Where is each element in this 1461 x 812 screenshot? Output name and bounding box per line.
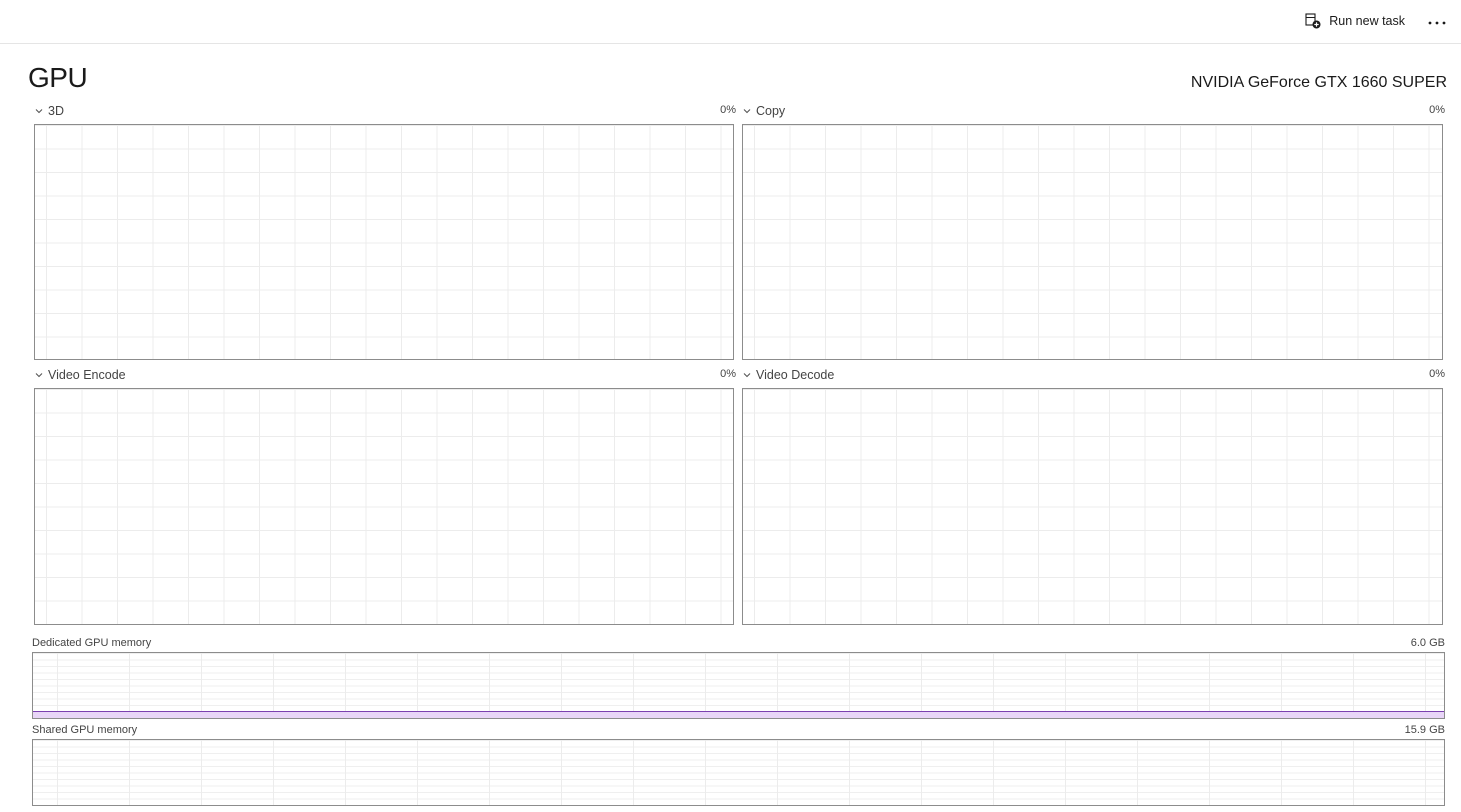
engine-video-decode-graph [742,388,1443,625]
engine-3d-header[interactable]: 3D [34,102,64,120]
engine-copy-graph [742,124,1443,360]
chevron-down-icon [35,109,43,114]
engine-3d-label: 3D [48,104,64,118]
shared-memory-total: 15.9 GB [1404,724,1445,736]
shared-memory-label: Shared GPU memory [32,724,138,736]
engine-video-encode-value: 0% [720,368,736,380]
page-title: GPU [28,62,88,93]
engine-copy-label: Copy [756,104,786,118]
chevron-down-icon [35,373,43,378]
engine-3d-value: 0% [720,104,736,116]
engine-video-decode-label: Video Decode [756,368,835,382]
run-new-task-button[interactable]: Run new task [1301,8,1409,34]
engine-video-encode-label: Video Encode [48,368,126,382]
engine-video-encode-header[interactable]: Video Encode [34,366,126,384]
run-new-task-label: Run new task [1329,14,1405,28]
run-task-icon [1305,13,1321,29]
engine-video-decode-value: 0% [1429,368,1445,380]
shared-memory-graph [32,739,1445,806]
engine-copy-value: 0% [1429,104,1445,116]
chevron-down-icon [743,373,751,378]
chevron-down-icon [743,109,751,114]
more-options-button[interactable] [1421,8,1453,34]
engine-video-encode-graph [34,388,734,625]
engine-3d-graph [34,124,734,360]
dedicated-memory-usage-fill [33,711,1444,718]
dedicated-memory-total: 6.0 GB [1410,637,1445,649]
engine-video-decode-header[interactable]: Video Decode [742,366,834,384]
engine-copy-header[interactable]: Copy [742,102,785,120]
dedicated-memory-label: Dedicated GPU memory [32,637,152,649]
gpu-device-name: NVIDIA GeForce GTX 1660 SUPER [1190,74,1447,91]
dedicated-memory-graph [32,652,1445,719]
more-options-icon [1428,12,1446,30]
toolbar: Run new task [0,0,1461,44]
